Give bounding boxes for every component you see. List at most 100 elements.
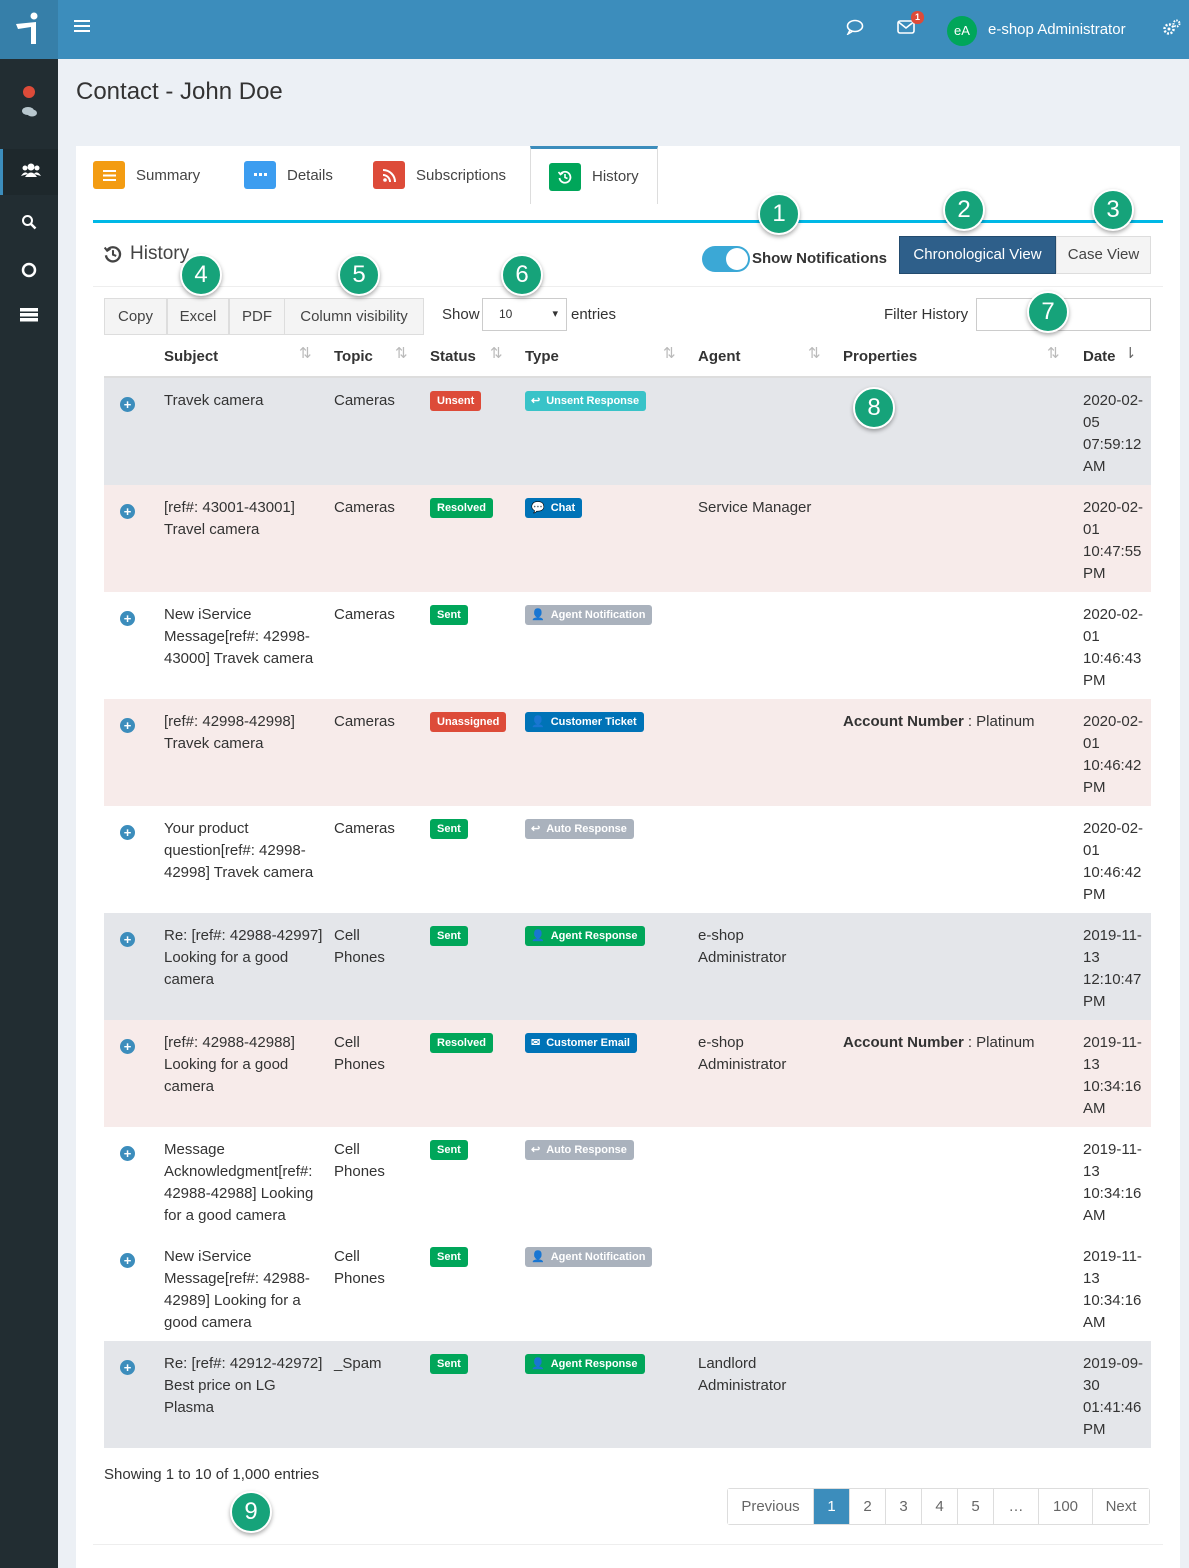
table-row[interactable]: + Message Acknowledgment[ref#: 42988-42988]…: [104, 1127, 1151, 1234]
expand-row-icon[interactable]: +: [120, 718, 135, 733]
chat-icon: 💬: [531, 502, 545, 514]
chronological-view-button[interactable]: Chronological View: [899, 236, 1056, 274]
history-heading: History: [104, 243, 189, 265]
properties-cell: Account Number: Platinum: [843, 711, 1035, 733]
status-badge: Unsent: [430, 391, 482, 411]
pagination: Previous 1 2 3 4 5… 100 Next: [727, 1488, 1150, 1525]
subject-cell-line: Message: [164, 1141, 225, 1158]
expand-row-icon[interactable]: +: [120, 504, 135, 519]
table-row[interactable]: + New iService Message[ref#: 42998- 43000] …: [104, 592, 1151, 699]
topic-cell-line: Phones: [334, 1270, 385, 1287]
column-header-subject[interactable]: Subject: [164, 348, 218, 365]
date-cell-line: PM: [1083, 1421, 1106, 1438]
tab-details[interactable]: Details: [244, 146, 333, 204]
table-row[interactable]: + [ref#: 42988-42988] Looking for a good ca…: [104, 1020, 1151, 1127]
chat-bubble-icon[interactable]: [846, 19, 864, 40]
page-button[interactable]: 3: [886, 1489, 922, 1524]
date-cell-line: AM: [1083, 1314, 1106, 1331]
subject-cell-line: question[ref#: 42998-: [164, 842, 306, 859]
table-row[interactable]: + [ref#: 42998-42998] Travek camera Cameras…: [104, 699, 1151, 806]
subject-cell-line: New iService: [164, 1248, 252, 1265]
expand-row-icon[interactable]: +: [120, 1253, 135, 1268]
expand-row-icon[interactable]: +: [120, 1360, 135, 1375]
expand-row-icon[interactable]: +: [120, 1039, 135, 1054]
column-header-status[interactable]: Status: [430, 348, 476, 365]
previous-page-button[interactable]: Previous: [728, 1489, 814, 1524]
table-row[interactable]: + New iService Message[ref#: 42988- 42989] …: [104, 1234, 1151, 1341]
user-name[interactable]: e-shop Administrator: [988, 21, 1126, 38]
page-button[interactable]: 1: [814, 1489, 850, 1524]
subject-cell: [ref#: 43001-43001] Travel camera: [164, 497, 329, 541]
expand-row-icon[interactable]: +: [120, 825, 135, 840]
date-cell-line: PM: [1083, 993, 1106, 1010]
reply-x-icon: ↩: [531, 395, 541, 407]
column-header-topic[interactable]: Topic: [334, 348, 373, 365]
subject-cell-line: Message[ref#: 42988-: [164, 1270, 310, 1287]
sidebar-item-storage[interactable]: [0, 303, 58, 333]
page-button[interactable]: 4: [922, 1489, 958, 1524]
subject-cell-line: [ref#: 43001-43001]: [164, 499, 295, 516]
topic-cell-line: Phones: [334, 949, 385, 966]
history-icon: [549, 162, 581, 191]
column-header-agent[interactable]: Agent: [698, 348, 741, 365]
sidebar-item-chat[interactable]: [0, 83, 58, 127]
type-label: Agent Notification: [550, 1251, 646, 1263]
page-size-select[interactable]: 10: [482, 298, 567, 331]
topic-cell-line: Cameras: [334, 606, 395, 623]
agent-cell-line: Service Manager: [698, 499, 812, 516]
user-reply-icon: 👤: [531, 930, 545, 942]
topic-cell: Cell Phones: [334, 1246, 424, 1290]
expand-row-icon[interactable]: +: [120, 932, 135, 947]
expand-row-icon[interactable]: +: [120, 397, 135, 412]
subject-cell-line: Travek camera: [164, 392, 264, 409]
app-logo[interactable]: [0, 0, 58, 59]
topic-cell-line: Cameras: [334, 392, 395, 409]
tab-summary[interactable]: Summary: [93, 146, 200, 204]
tab-label: Details: [287, 166, 333, 184]
case-view-button[interactable]: Case View: [1056, 236, 1151, 274]
date-cell: 2020-02- 01 10:46:43 PM: [1083, 604, 1149, 692]
table-row[interactable]: + Your product question[ref#: 42998- 42998]…: [104, 806, 1151, 913]
copy-button[interactable]: Copy: [104, 298, 167, 335]
date-cell: 2020-02- 01 10:47:55 PM: [1083, 497, 1149, 585]
sort-icon: ⇅: [490, 345, 503, 362]
page-button[interactable]: 2: [850, 1489, 886, 1524]
callout-marker: 5: [338, 254, 380, 296]
table-row[interactable]: + Re: [ref#: 42912-42972] Best price on LG…: [104, 1341, 1151, 1448]
menu-toggle-icon[interactable]: [74, 20, 90, 36]
topic-cell-line: Cameras: [334, 820, 395, 837]
next-page-button[interactable]: Next: [1093, 1489, 1149, 1524]
date-cell-line: 10:46:42: [1083, 864, 1142, 881]
sidebar-item-circle[interactable]: [0, 257, 58, 287]
column-header-date[interactable]: Date: [1083, 348, 1116, 365]
excel-button[interactable]: Excel: [167, 298, 229, 335]
show-label: Show: [442, 306, 480, 323]
column-header-properties[interactable]: Properties: [843, 348, 917, 365]
column-visibility-button[interactable]: Column visibility: [284, 298, 424, 335]
mail-icon[interactable]: 1: [897, 11, 924, 39]
sidebar-item-search[interactable]: [0, 209, 58, 239]
subject-cell: [ref#: 42998-42998] Travek camera: [164, 711, 329, 755]
tab-history[interactable]: History: [530, 146, 658, 204]
tab-label: Subscriptions: [416, 166, 507, 184]
avatar[interactable]: eA: [947, 16, 977, 46]
column-header-type[interactable]: Type: [525, 348, 559, 365]
expand-row-icon[interactable]: +: [120, 611, 135, 626]
tab-subscriptions[interactable]: Subscriptions: [373, 146, 506, 204]
page-title: Contact - John Doe: [76, 78, 283, 105]
page-button[interactable]: 100: [1039, 1489, 1093, 1524]
pdf-button[interactable]: PDF: [229, 298, 285, 335]
gears-icon[interactable]: [1162, 19, 1181, 41]
expand-row-icon[interactable]: +: [120, 1146, 135, 1161]
user-bell-icon: 👤: [531, 609, 545, 621]
table-row[interactable]: + Re: [ref#: 42988-42997] Looking for a go…: [104, 913, 1151, 1020]
topic-cell: Cameras: [334, 604, 424, 626]
date-cell-line: 13: [1083, 1056, 1100, 1073]
agent-cell: Service Manager: [698, 497, 838, 519]
sidebar-item-contacts[interactable]: [0, 149, 58, 195]
page-button[interactable]: 5: [958, 1489, 994, 1524]
table-row[interactable]: + Travek camera Cameras Unsent ↩ Unsent Respo…: [104, 378, 1151, 485]
show-notifications-toggle[interactable]: [702, 246, 750, 272]
table-row[interactable]: + [ref#: 43001-43001] Travel camera Cameras…: [104, 485, 1151, 592]
tab-bar: Summary Details Subscriptions History: [76, 146, 1180, 204]
